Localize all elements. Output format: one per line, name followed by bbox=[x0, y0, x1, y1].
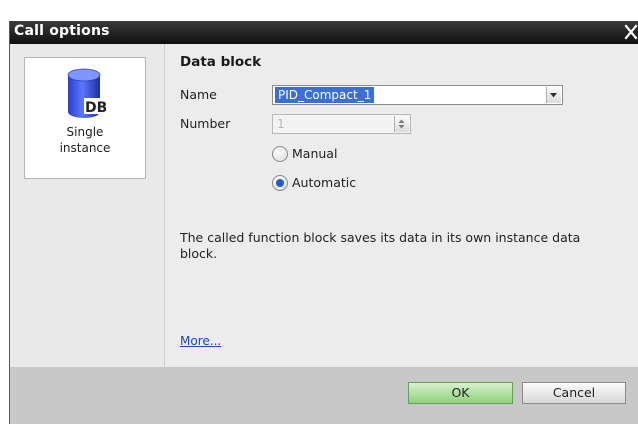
more-link[interactable]: More... bbox=[180, 334, 221, 348]
name-combobox[interactable]: PID_Compact_1 bbox=[272, 85, 563, 105]
close-icon[interactable] bbox=[624, 23, 638, 41]
single-instance-label: Single instance bbox=[25, 124, 145, 156]
cancel-button[interactable]: Cancel bbox=[522, 382, 626, 404]
radio-automatic-label: Automatic bbox=[292, 175, 357, 190]
stepper-arrows-icon bbox=[394, 116, 409, 132]
database-icon-label: DB bbox=[85, 100, 106, 116]
data-block-panel: Data block Name PID_Compact_1 Number 1 M… bbox=[165, 44, 638, 367]
single-instance-card[interactable]: DB Single instance bbox=[24, 57, 146, 179]
call-options-dialog: Call options DB Single instance Data blo… bbox=[9, 21, 638, 424]
name-label: Name bbox=[180, 87, 217, 102]
section-title: Data block bbox=[180, 54, 262, 70]
dialog-title: Call options bbox=[14, 23, 110, 39]
radio-manual-circle[interactable] bbox=[272, 146, 288, 162]
button-bar: OK Cancel bbox=[10, 367, 638, 424]
number-stepper: 1 bbox=[272, 114, 411, 134]
instance-type-panel: DB Single instance bbox=[10, 44, 165, 367]
ok-button[interactable]: OK bbox=[408, 382, 513, 404]
database-icon: DB bbox=[67, 68, 106, 118]
radio-selected-dot bbox=[276, 179, 284, 187]
number-label: Number bbox=[180, 116, 231, 131]
card-label-line1: Single bbox=[66, 125, 104, 139]
card-label-line2: instance bbox=[59, 141, 111, 155]
description-text: The called function block saves its data… bbox=[180, 230, 581, 261]
radio-automatic-circle[interactable] bbox=[272, 175, 288, 191]
radio-manual-label: Manual bbox=[292, 146, 338, 161]
title-bar[interactable]: Call options bbox=[10, 21, 638, 44]
chevron-down-icon[interactable] bbox=[546, 87, 561, 103]
name-value[interactable]: PID_Compact_1 bbox=[275, 87, 375, 103]
number-value: 1 bbox=[277, 117, 285, 131]
